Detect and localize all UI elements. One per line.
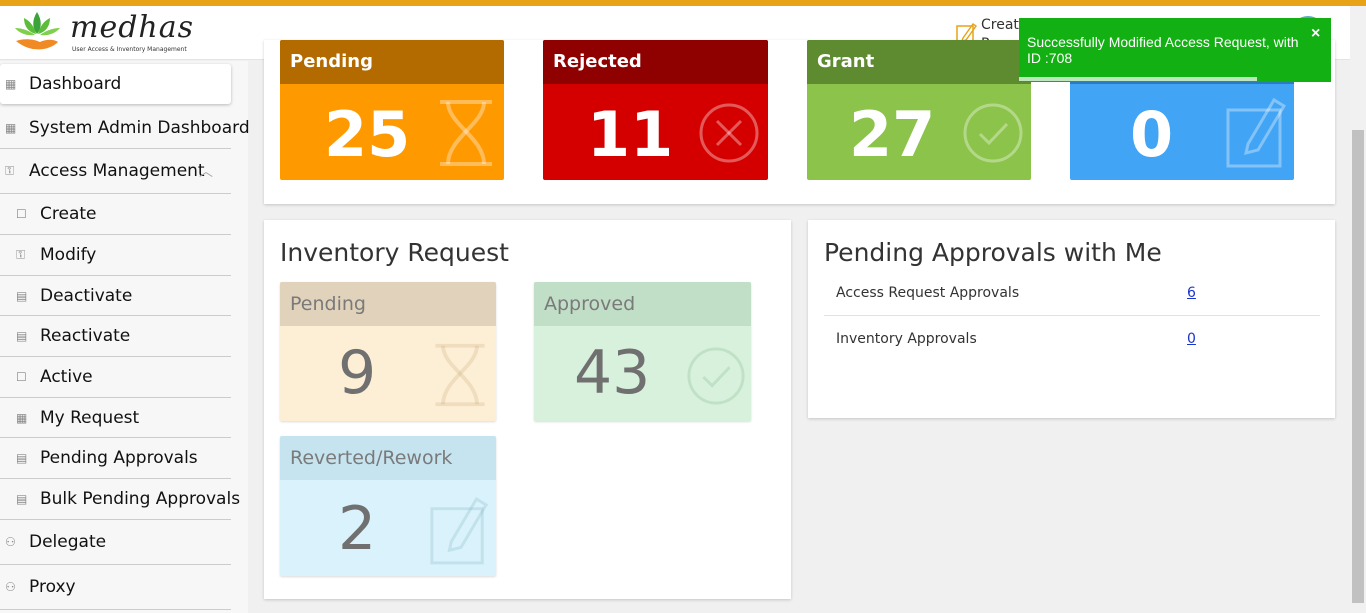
tile-title: Approved [534,282,751,326]
inventory-tile-reverted-rework[interactable]: Reverted/Rework 2 [280,436,496,576]
hourglass-icon [435,343,485,407]
tile-title: Grant [807,40,1031,84]
access-tile-grant[interactable]: Grant 27 [807,40,1031,180]
access-tile-pending[interactable]: Pending 25 [280,40,504,180]
edit-icon [1226,97,1287,168]
tile-count: 0 [1130,98,1174,171]
sidebar-item-label: Bulk Pending Approvals [40,489,241,509]
sidebar-item-label: System Admin Dashboard [29,118,250,138]
sidebar-item-bulk-pending-approvals[interactable]: ▤ Bulk Pending Approvals [0,479,240,520]
toast-progress-bar [1019,77,1257,81]
tile-count: 43 [574,338,651,408]
sidebar-item-my-request[interactable]: ▦ My Request [0,398,231,438]
sidebar-item-modify[interactable]: ⚿ Modify [0,235,231,276]
sidebar: ▦ Dashboard ▦ System Admin Dashboard ⚿ A… [0,61,250,613]
tile-title: Rejected [543,40,768,84]
edit-icon: ☐ [16,370,27,384]
grid-icon: ▦ [5,121,17,135]
logo-tagline: User Access & Inventory Management [72,46,187,53]
success-toast: Successfully Modified Access Request, wi… [1019,18,1331,82]
pending-approvals-panel: Pending Approvals with Me Access Request… [808,220,1335,418]
key-icon: ⚿ [5,163,15,178]
sidebar-item-label: Deactivate [40,285,133,306]
check-circle-icon [687,347,745,405]
clipboard-icon: ▤ [16,451,28,465]
sidebar-item-label: Modify [40,245,97,265]
inventory-tile-approved[interactable]: Approved 43 [534,282,751,421]
edit-icon: ☐ [16,207,27,221]
document-icon: ▤ [16,329,28,343]
sidebar-item-active[interactable]: ☐ Active [0,357,231,398]
chevron-up-icon[interactable]: ︿ [199,161,213,181]
sidebar-item-label: Pending Approvals [40,448,198,468]
sidebar-item-system-admin-dashboard[interactable]: ▦ System Admin Dashboard [0,108,250,149]
table-icon: ▦ [16,410,28,425]
tile-count: 11 [587,98,674,171]
inventory-panel-title: Inventory Request [280,238,509,267]
approval-row-inventory: Inventory Approvals 0 [824,316,1320,362]
tile-count: 27 [849,98,936,171]
users-icon: ⚇ [5,580,16,594]
inventory-tile-pending[interactable]: Pending 9 [280,282,496,421]
grid-icon: ▦ [5,77,17,91]
x-circle-icon [699,103,759,163]
sidebar-item-label: Delegate [29,532,107,552]
close-icon[interactable]: × [1311,25,1320,43]
key-icon: ⚿ [16,247,26,262]
hourglass-icon [440,100,492,166]
sidebar-item-access-management[interactable]: ⚿ Access Management ︿ [0,149,231,194]
sidebar-item-dashboard[interactable]: ▦ Dashboard [0,64,231,104]
approvals-panel-title: Pending Approvals with Me [824,238,1162,267]
sidebar-item-label: Active [40,367,93,387]
document-icon: ▤ [16,288,28,303]
inventory-request-panel: Inventory Request Pending 9 Approved 43 … [264,220,791,599]
approval-label: Access Request Approvals [836,285,1020,301]
edit-icon [430,497,489,565]
sidebar-item-label: Dashboard [29,74,122,94]
sidebar-item-label: Proxy [29,577,76,597]
sidebar-item-pending-approvals[interactable]: ▤ Pending Approvals [0,438,231,479]
tile-title: Reverted/Rework [280,436,496,480]
approval-row-access-request: Access Request Approvals 6 [824,270,1320,316]
users-icon: ⚇ [5,535,16,549]
sidebar-item-label: Create [40,204,97,224]
sidebar-item-delegate[interactable]: ⚇ Delegate [0,520,231,565]
access-tile-rejected[interactable]: Rejected 11 [543,40,768,180]
tile-title: Pending [280,40,504,84]
tile-count: 9 [338,338,377,408]
sidebar-item-deactivate[interactable]: ▤ Deactivate [0,276,231,316]
sidebar-item-proxy[interactable]: ⚇ Proxy [0,565,231,610]
medhas-logo[interactable]: medhas User Access & Inventory Managemen… [10,8,193,58]
sidebar-item-create[interactable]: ☐ Create [0,194,231,235]
approval-count-link[interactable]: 0 [1187,331,1196,347]
approval-count-link[interactable]: 6 [1187,285,1196,301]
sidebar-item-reactivate[interactable]: ▤ Reactivate [0,316,231,357]
toast-message: Successfully Modified Access Request, wi… [1027,34,1299,66]
logo-wordmark: medhas [70,10,195,45]
lotus-hand-icon [15,12,60,50]
sidebar-item-label: Reactivate [40,326,131,346]
clipboard-icon: ▤ [16,492,28,506]
approval-label: Inventory Approvals [836,331,977,347]
sidebar-item-label: Access Management [29,161,205,181]
sidebar-item-label: My Request [40,407,140,428]
scrollbar-thumb[interactable] [1352,130,1364,603]
tile-count: 25 [324,98,411,171]
tile-count: 2 [338,494,377,564]
check-circle-icon [963,103,1023,163]
page-scrollbar[interactable] [1350,6,1366,613]
tile-title: Pending [280,282,496,326]
